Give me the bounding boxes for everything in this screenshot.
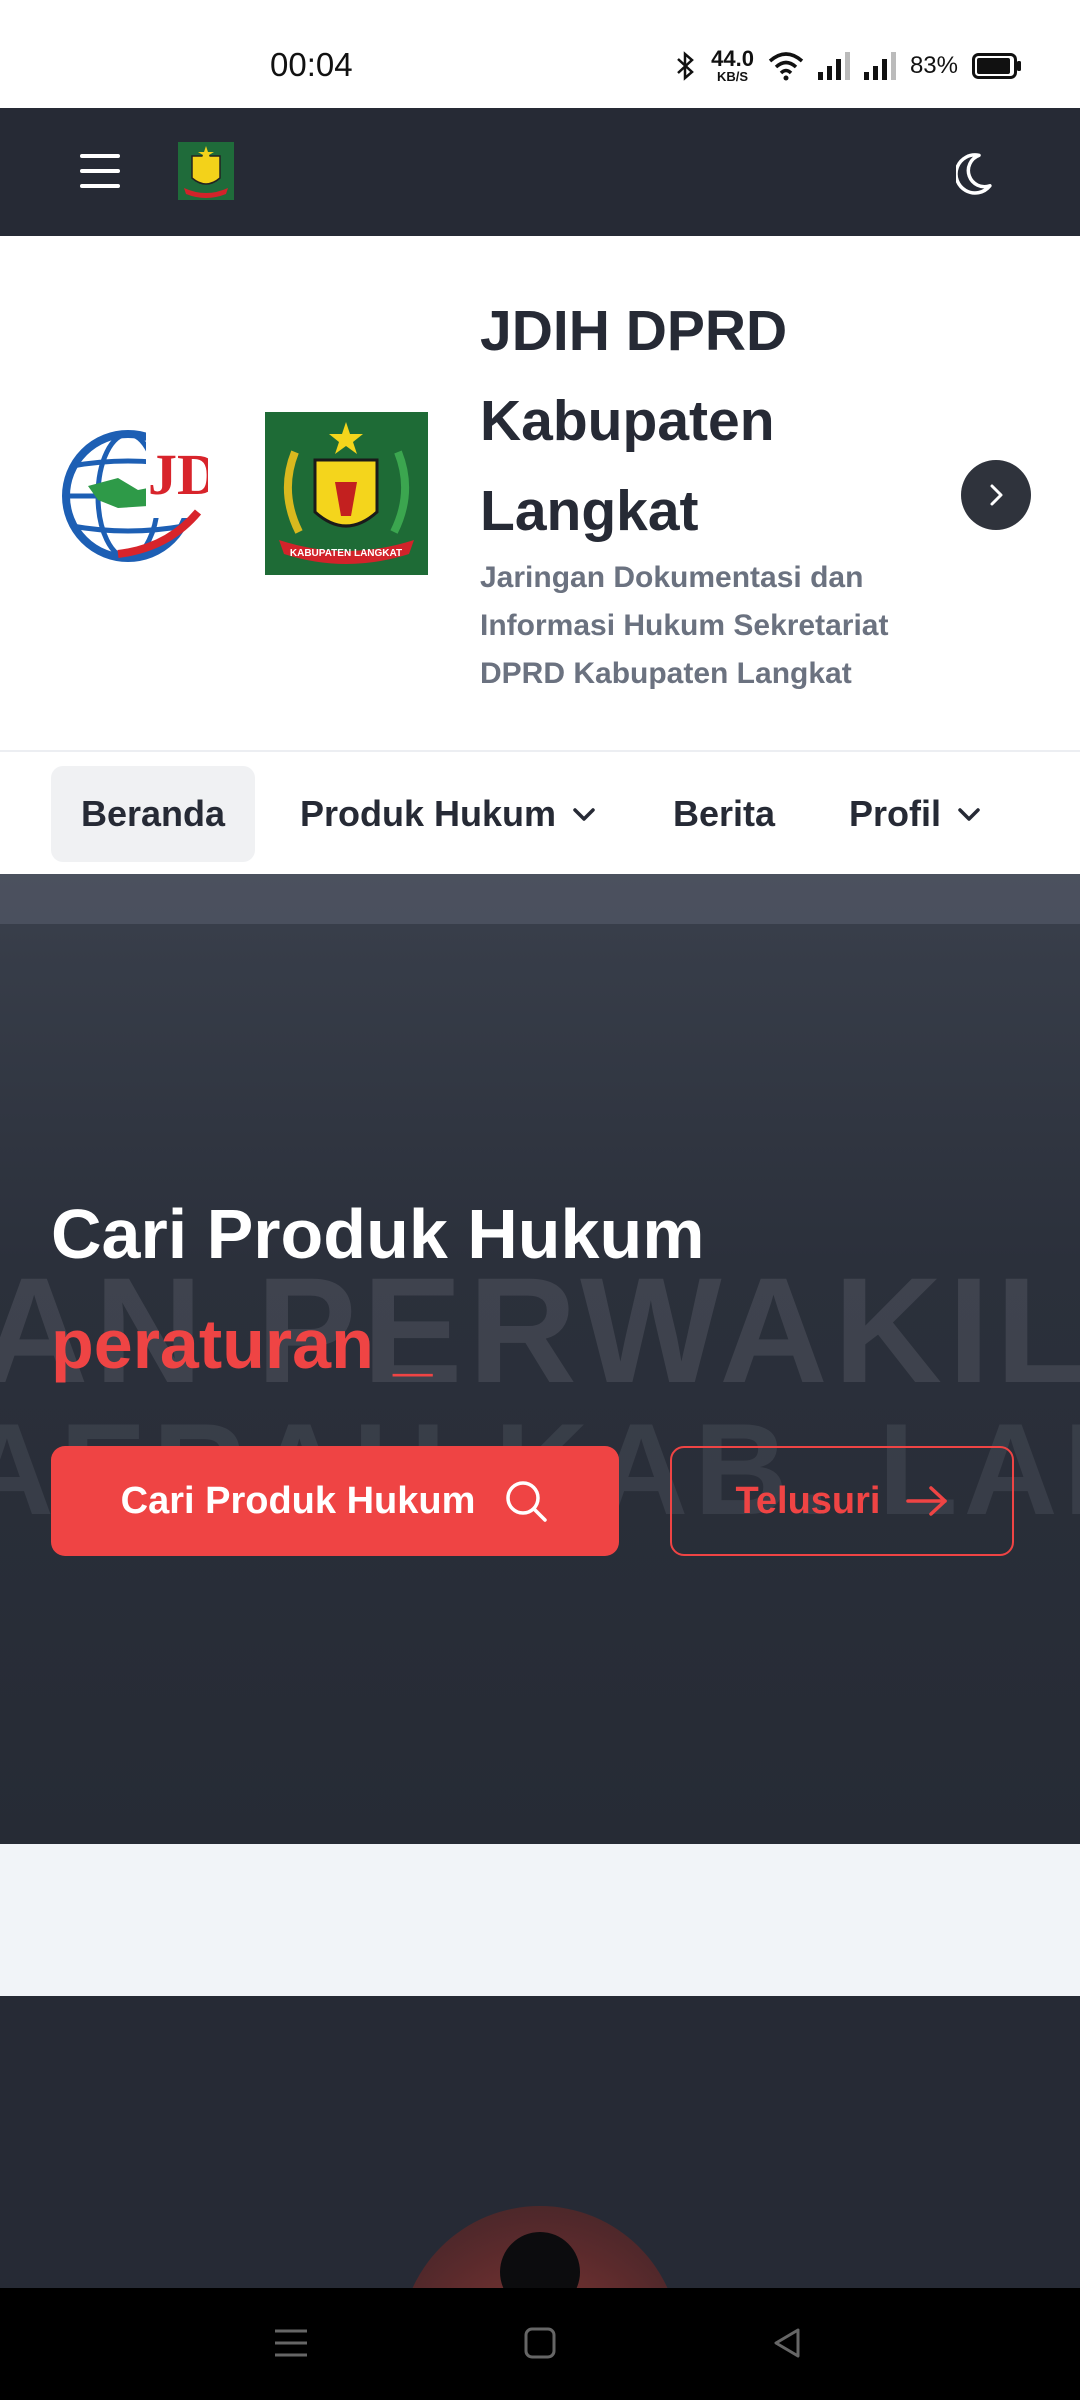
nav-label: Profil xyxy=(849,793,942,834)
kabupaten-langkat-logo[interactable]: KABUPATEN LANGKAT xyxy=(265,412,428,575)
jdih-logo[interactable]: JDIHN xyxy=(58,416,208,566)
nav-label: Produk Hukum xyxy=(300,793,557,834)
wifi-icon xyxy=(768,51,804,80)
site-subtitle: Jaringan Dokumentasi dan Informasi Hukum… xyxy=(480,561,889,690)
bluetooth-icon xyxy=(677,50,695,81)
hero-background-sky xyxy=(0,874,1080,924)
status-time: 00:04 xyxy=(270,46,353,83)
main-nav: Beranda Produk Hukum Berita Profil xyxy=(0,752,1080,874)
hamburger-icon[interactable] xyxy=(80,154,120,188)
nav-item-beranda[interactable]: Beranda xyxy=(51,766,256,862)
section-divider xyxy=(0,1844,1080,1996)
nav-item-berita[interactable]: Berita xyxy=(673,766,775,862)
nav-item-produk-hukum[interactable]: Produk Hukum xyxy=(300,766,598,862)
search-products-label: Cari Produk Hukum xyxy=(120,1479,476,1522)
profile-section xyxy=(0,1996,1080,2288)
site-header: JDIHN KABUPATEN LANGKAT JDIH DPRD Kabupa… xyxy=(0,236,1080,752)
home-icon[interactable] xyxy=(515,2318,565,2368)
back-icon[interactable] xyxy=(762,2318,812,2368)
signal-icon xyxy=(863,51,896,80)
browse-button[interactable]: Telusuri xyxy=(670,1446,1014,1556)
moon-icon[interactable] xyxy=(956,148,1006,198)
browse-label: Telusuri xyxy=(735,1479,881,1522)
app-logo[interactable] xyxy=(178,142,234,200)
signal-icon xyxy=(817,51,850,80)
hero-typed-text: peraturan _ xyxy=(51,1305,433,1383)
search-icon xyxy=(506,1481,548,1522)
network-speed-value: 44.0 xyxy=(711,46,754,71)
kabupaten-logo-text: KABUPATEN LANGKAT xyxy=(290,548,402,559)
nav-item-profil[interactable]: Profil xyxy=(849,766,983,862)
arrow-right-icon xyxy=(905,1486,947,1516)
battery-icon xyxy=(972,52,1021,79)
chevron-right-icon xyxy=(990,484,1003,506)
recent-apps-icon[interactable] xyxy=(266,2318,316,2368)
status-bar: 00:04 44.0 KB/S 83% xyxy=(0,0,1080,108)
system-nav-bar xyxy=(0,2288,1080,2400)
app-bar xyxy=(0,108,1080,236)
carousel-next-button[interactable] xyxy=(961,460,1031,530)
hero-section: AN PERWAKILAN RA AERAH KAB. LANGK Cari P… xyxy=(0,874,1080,1844)
network-speed-unit: KB/S xyxy=(717,69,749,84)
hero-title: Cari Produk Hukum xyxy=(51,1195,705,1273)
site-title[interactable]: JDIH DPRD Kabupaten Langkat xyxy=(480,286,910,556)
chevron-down-icon xyxy=(958,808,980,821)
jdih-logo-text: JDIHN xyxy=(148,442,208,507)
nav-label: Berita xyxy=(673,793,776,834)
search-products-button[interactable]: Cari Produk Hukum xyxy=(51,1446,619,1556)
network-speed: 44.0 KB/S xyxy=(711,46,754,84)
chevron-down-icon xyxy=(573,808,595,821)
nav-label: Beranda xyxy=(81,793,226,834)
battery-percent: 83% xyxy=(909,51,958,79)
status-icons: 44.0 KB/S 83% xyxy=(675,48,1022,83)
